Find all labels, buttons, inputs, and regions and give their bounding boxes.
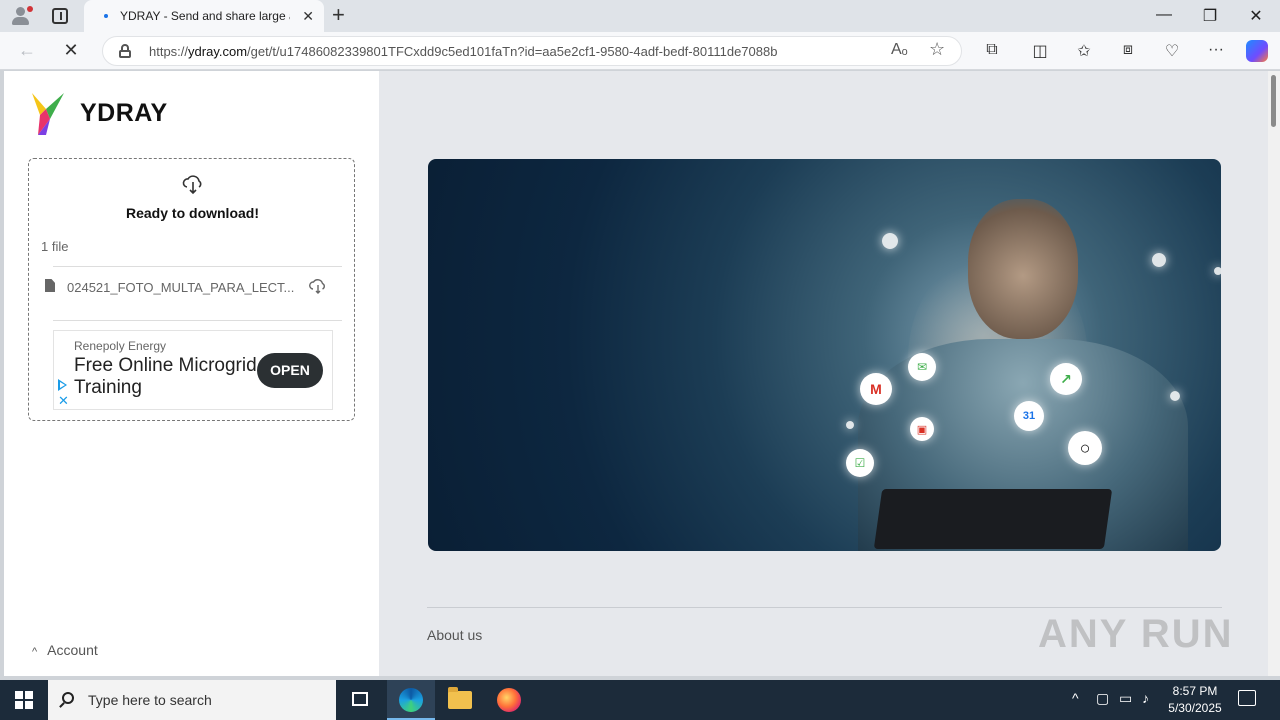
brand-name[interactable]: YDRAY	[80, 99, 168, 128]
footer-divider	[427, 607, 1222, 608]
clock-time: 8:57 PM	[1172, 684, 1218, 698]
page-content: YDRAY Ready to download! 1 file 024521_F…	[4, 71, 1268, 676]
edge-taskbar-button[interactable]	[387, 680, 435, 720]
ready-heading: Ready to download!	[126, 205, 259, 221]
account-label: Account	[47, 642, 98, 658]
network-icon[interactable]: ▭	[1119, 690, 1132, 707]
hero-image: M ✉ ↗ 31 ▣ ○ ☑	[428, 159, 1221, 551]
divider	[53, 320, 342, 321]
search-placeholder: Type here to search	[88, 692, 212, 708]
clock-date: 5/30/2025	[1168, 701, 1222, 715]
ydray-logo-icon	[32, 93, 64, 135]
download-card: Ready to download! 1 file 024521_FOTO_MU…	[28, 158, 355, 421]
windows-start-icon[interactable]	[15, 691, 33, 709]
task-view-button[interactable]	[336, 680, 384, 720]
device-icon[interactable]: ▢	[1096, 690, 1109, 707]
lock-icon[interactable]	[119, 44, 131, 58]
file-name[interactable]: 024521_FOTO_MULTA_PARA_LECT...	[67, 280, 302, 295]
task-icon: ☑	[846, 449, 874, 477]
tab-ydray[interactable]: YDRAY - Send and share large an ✕	[84, 0, 324, 32]
tab-title: YDRAY - Send and share large an	[120, 9, 290, 23]
firefox-icon	[497, 688, 521, 712]
volume-icon[interactable]: ♪	[1142, 690, 1149, 706]
more-menu-icon[interactable]: ···	[1206, 41, 1226, 59]
url-text[interactable]: https://ydray.com/get/t/u17486082339801T…	[149, 44, 777, 59]
cloud-download-icon	[182, 175, 202, 195]
file-explorer-button[interactable]	[436, 680, 484, 720]
calendar-icon: 31	[1014, 401, 1044, 431]
file-download-icon[interactable]	[309, 277, 327, 295]
browser-toolbar: ← ✕ https://ydray.com/get/t/u17486082339…	[0, 32, 1280, 70]
mail-icon: ✉	[908, 353, 936, 381]
task-view-icon	[352, 692, 368, 706]
tab-strip: YDRAY - Send and share large an ✕ + — ❐ …	[0, 0, 1280, 32]
favorites-icon[interactable]: ✩	[1074, 41, 1094, 61]
file-count: 1 file	[41, 239, 69, 254]
minimize-button[interactable]: —	[1154, 6, 1174, 24]
extensions-icon[interactable]: ⧉	[982, 41, 1002, 59]
new-tab-button[interactable]: +	[332, 4, 345, 26]
edge-icon	[399, 688, 423, 712]
browser-essentials-icon[interactable]: ♡	[1162, 41, 1182, 61]
account-toggle[interactable]: ^ Account	[32, 642, 98, 658]
divider	[53, 266, 342, 267]
adchoices-play-icon[interactable]	[58, 379, 67, 391]
chevron-up-icon: ^	[32, 646, 38, 658]
collections-icon[interactable]: ⧈	[1118, 41, 1138, 59]
address-bar[interactable]: https://ydray.com/get/t/u17486082339801T…	[102, 36, 962, 66]
file-icon	[45, 279, 55, 292]
ad-headline[interactable]: Free Online Microgrid Training	[74, 355, 264, 399]
loading-icon	[104, 14, 108, 18]
notifications-icon[interactable]	[1238, 690, 1256, 706]
ad-close-icon[interactable]: ✕	[58, 393, 69, 409]
firefox-taskbar-button[interactable]	[485, 680, 533, 720]
profile-icon[interactable]	[10, 6, 33, 26]
ad-banner[interactable]: Renepoly Energy Free Online Microgrid Tr…	[53, 330, 333, 410]
presentation-icon: ▣	[910, 417, 934, 441]
chart-icon: ↗	[1050, 363, 1082, 395]
windows-taskbar: Type here to search ^ ▢ ▭ ♪ 8:57 PM 5/30…	[0, 680, 1280, 720]
copilot-icon[interactable]	[1246, 40, 1268, 62]
tray-chevron-icon[interactable]: ^	[1072, 690, 1079, 706]
tab-close-icon[interactable]: ✕	[302, 8, 314, 25]
about-us-link[interactable]: About us	[427, 627, 482, 643]
ad-open-button[interactable]: OPEN	[257, 353, 323, 388]
anyrun-watermark: ANY RUN	[1038, 612, 1234, 656]
split-screen-icon[interactable]: ◫	[1030, 41, 1050, 61]
scroll-thumb[interactable]	[1271, 75, 1276, 127]
page-scrollbar[interactable]	[1268, 71, 1280, 676]
back-arrow-icon[interactable]: ←	[16, 40, 38, 61]
tab-actions-icon[interactable]	[52, 8, 68, 24]
close-window-button[interactable]: ✕	[1246, 6, 1266, 26]
ad-advertiser[interactable]: Renepoly Energy	[74, 339, 166, 353]
folder-icon	[448, 687, 472, 709]
read-aloud-icon[interactable]: Aₒ	[891, 41, 908, 59]
stop-loading-icon[interactable]: ✕	[60, 40, 82, 61]
favorite-star-icon[interactable]: ☆	[929, 39, 945, 60]
gmail-icon: M	[860, 373, 892, 405]
ring-icon: ○	[1068, 431, 1102, 465]
taskbar-search[interactable]: Type here to search	[48, 680, 336, 720]
search-icon	[62, 692, 74, 704]
sidebar: YDRAY Ready to download! 1 file 024521_F…	[4, 71, 379, 676]
restore-button[interactable]: ❐	[1200, 6, 1220, 26]
taskbar-clock[interactable]: 8:57 PM 5/30/2025	[1160, 683, 1230, 717]
